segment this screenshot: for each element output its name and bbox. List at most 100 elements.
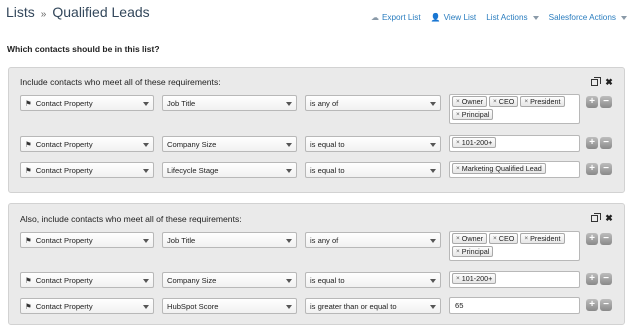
value-tag-label: CEO — [498, 234, 515, 243]
header: Lists » Qualified Leads ☁ Export List 👤 … — [6, 4, 627, 26]
row-controls: + − — [586, 233, 612, 245]
remove-group-icon[interactable]: ✖ — [604, 213, 614, 223]
tag-remove-icon[interactable]: × — [493, 98, 497, 105]
property-select[interactable]: Lifecycle Stage — [162, 162, 297, 178]
tag-remove-icon[interactable]: × — [524, 98, 528, 105]
breadcrumb-root[interactable]: Lists — [6, 4, 35, 20]
remove-condition-button[interactable]: − — [600, 96, 612, 108]
property-value: Company Size — [167, 275, 217, 285]
filter-row: ⚑ Contact Property Company Size is equal to… — [20, 135, 613, 152]
filter-row: ⚑ Contact Property Company Size is equal to… — [20, 271, 613, 288]
filter-row: ⚑ Contact Property Job Title is any of × Owne… — [20, 94, 613, 124]
remove-condition-button[interactable]: − — [600, 233, 612, 245]
value-input[interactable]: × Marketing Qualified Lead — [449, 161, 580, 178]
tag-remove-icon[interactable]: × — [456, 98, 460, 105]
value-tag-label: Owner — [461, 97, 483, 106]
add-condition-button[interactable]: + — [586, 273, 598, 285]
add-condition-button[interactable]: + — [586, 233, 598, 245]
filter-type-select[interactable]: ⚑ Contact Property — [20, 298, 154, 314]
property-select[interactable]: Company Size — [162, 272, 297, 288]
filter-group-tools: ✖ — [589, 212, 614, 223]
row-controls: + − — [586, 137, 612, 149]
chevron-down-icon — [430, 305, 436, 309]
remove-condition-button[interactable]: − — [600, 299, 612, 311]
filter-group-tools: ✖ — [589, 76, 614, 87]
tag-remove-icon[interactable]: × — [456, 139, 460, 146]
property-select[interactable]: Company Size — [162, 136, 297, 152]
operator-select[interactable]: is any of — [305, 95, 441, 111]
filter-group-title: Include contacts who meet all of these r… — [20, 77, 221, 87]
filter-type-value: Contact Property — [35, 301, 93, 311]
remove-condition-button[interactable]: − — [600, 137, 612, 149]
chevron-down-icon — [286, 279, 292, 283]
operator-select[interactable]: is equal to — [305, 136, 441, 152]
export-list-link[interactable]: ☁ Export List — [371, 13, 421, 22]
operator-select[interactable]: is any of — [305, 232, 441, 248]
value-input[interactable]: × 101-200+ — [449, 271, 580, 288]
property-value: Job Title — [167, 235, 196, 245]
value-tag: × Principal — [452, 109, 494, 120]
flag-icon: ⚑ — [25, 139, 32, 149]
tag-remove-icon[interactable]: × — [493, 235, 497, 242]
property-value: Lifecycle Stage — [167, 165, 219, 175]
tag-remove-icon[interactable]: × — [456, 165, 460, 172]
value-input[interactable]: 65 — [449, 297, 580, 314]
view-list-label: View List — [443, 13, 477, 22]
filter-group: Include contacts who meet all of these r… — [8, 67, 625, 193]
value-tag-label: President — [530, 234, 561, 243]
operator-select[interactable]: is greater than or equal to — [305, 298, 441, 314]
tag-remove-icon[interactable]: × — [456, 248, 460, 255]
flag-icon: ⚑ — [25, 301, 32, 311]
filter-type-value: Contact Property — [35, 139, 93, 149]
remove-condition-button[interactable]: − — [600, 163, 612, 175]
chevron-down-icon — [143, 169, 149, 173]
chevron-down-icon — [286, 305, 292, 309]
view-list-link[interactable]: 👤 View List — [431, 13, 477, 22]
add-condition-button[interactable]: + — [586, 163, 598, 175]
value-tag: × Principal — [452, 246, 494, 257]
add-condition-button[interactable]: + — [586, 137, 598, 149]
value-input[interactable]: × Owner × CEO × President × Principal — [449, 94, 580, 124]
remove-group-icon[interactable]: ✖ — [604, 77, 614, 87]
property-select[interactable]: Job Title — [162, 95, 297, 111]
filter-type-select[interactable]: ⚑ Contact Property — [20, 232, 154, 248]
filter-type-select[interactable]: ⚑ Contact Property — [20, 162, 154, 178]
add-condition-button[interactable]: + — [586, 96, 598, 108]
value-input[interactable]: × Owner × CEO × President × Principal — [449, 231, 580, 261]
add-condition-button[interactable]: + — [586, 299, 598, 311]
property-select[interactable]: Job Title — [162, 232, 297, 248]
operator-select[interactable]: is equal to — [305, 272, 441, 288]
chevron-down-icon — [286, 143, 292, 147]
flag-icon: ⚑ — [25, 98, 32, 108]
chevron-down-icon — [143, 239, 149, 243]
tag-remove-icon[interactable]: × — [456, 235, 460, 242]
chevron-down-icon — [430, 102, 436, 106]
value-tag: × 101-200+ — [452, 137, 497, 148]
remove-condition-button[interactable]: − — [600, 273, 612, 285]
property-select[interactable]: HubSpot Score — [162, 298, 297, 314]
value-tag: × President — [520, 96, 565, 107]
filter-type-value: Contact Property — [35, 165, 93, 175]
filter-type-select[interactable]: ⚑ Contact Property — [20, 95, 154, 111]
copy-group-icon[interactable] — [589, 76, 601, 87]
tag-remove-icon[interactable]: × — [456, 111, 460, 118]
salesforce-actions-dropdown[interactable]: Salesforce Actions — [549, 13, 627, 22]
cloud-download-icon: ☁ — [370, 13, 379, 22]
tag-remove-icon[interactable]: × — [456, 275, 460, 282]
value-tag-label: President — [530, 97, 561, 106]
tag-remove-icon[interactable]: × — [524, 235, 528, 242]
value-tag: × CEO — [488, 96, 519, 107]
list-actions-dropdown[interactable]: List Actions — [486, 13, 539, 22]
export-list-label: Export List — [381, 13, 421, 22]
operator-select[interactable]: is equal to — [305, 162, 441, 178]
operator-value: is any of — [310, 235, 339, 245]
filter-type-value: Contact Property — [35, 98, 93, 108]
value-tag: × Owner — [452, 96, 487, 107]
value-tag: × Marketing Qualified Lead — [452, 163, 546, 174]
filter-type-select[interactable]: ⚑ Contact Property — [20, 272, 154, 288]
row-controls: + − — [586, 163, 612, 175]
filter-type-select[interactable]: ⚑ Contact Property — [20, 136, 154, 152]
value-input[interactable]: × 101-200+ — [449, 135, 580, 152]
copy-group-icon[interactable] — [589, 212, 601, 223]
chevron-down-icon — [286, 239, 292, 243]
